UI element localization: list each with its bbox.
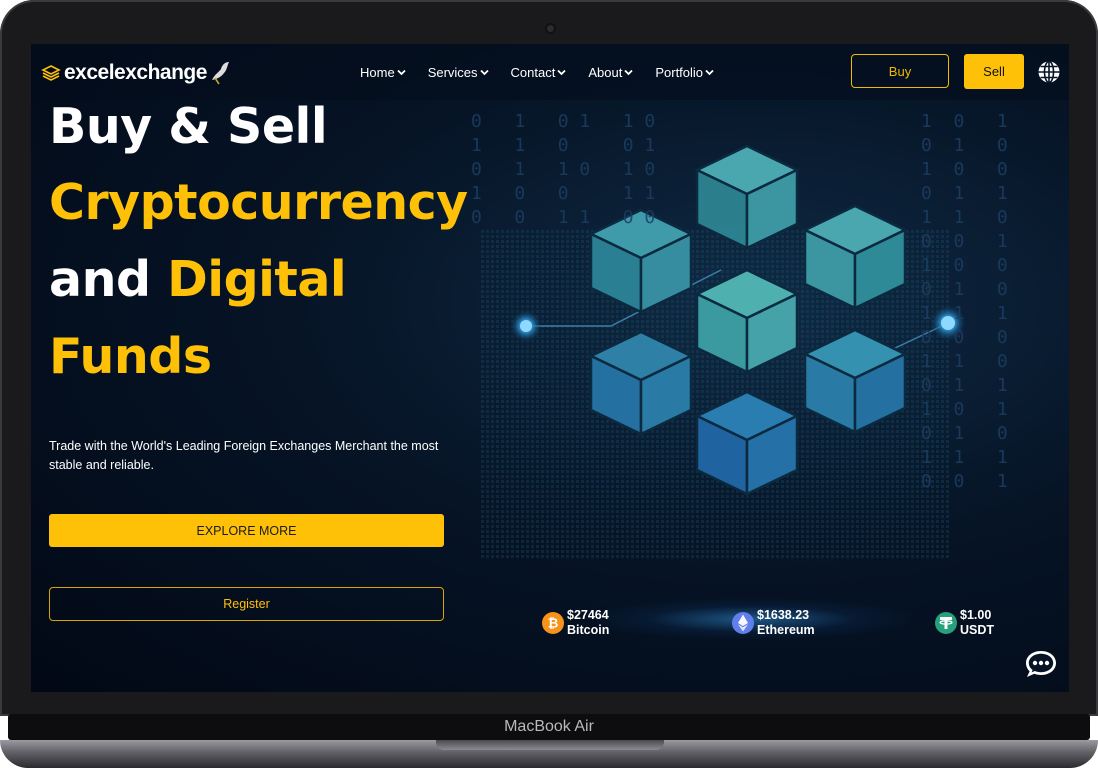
explore-more-button[interactable]: EXPLORE MORE [49, 514, 444, 547]
sell-button[interactable]: Sell [964, 54, 1024, 89]
bitcoin-price: $27464 [567, 608, 609, 622]
hero-subtitle: Trade with the World's Leading Foreign E… [49, 439, 439, 472]
binary-rain: 1 0 1 0 1 0 1 0 0 0 1 1 1 1 0 0 0 1 1 0 … [921, 111, 1008, 492]
svg-text:₿: ₿ [548, 617, 559, 632]
brand-logo[interactable]: excelexchange [41, 60, 231, 86]
laptop-bezel: 0 1 0 1 1 0 1 1 0 0 1 0 1 1 0 1 0 1 0 0 … [0, 0, 1098, 716]
hero-heading-line-2: Cryptocurrency [49, 174, 468, 231]
binary-rain: 0 1 0 1 1 0 1 1 0 0 1 0 1 1 0 1 0 1 0 0 … [471, 111, 656, 228]
usdt-name: USDT [960, 623, 995, 637]
hero-heading-line-4: Funds [49, 328, 212, 385]
nav-portfolio[interactable]: Portfolio [655, 65, 714, 80]
camera [547, 25, 554, 32]
hero-heading-and: and [49, 251, 151, 308]
ethereum-price: $1638.23 [757, 608, 810, 622]
browser-viewport: 0 1 0 1 1 0 1 1 0 0 1 0 1 1 0 1 0 1 0 0 … [31, 44, 1069, 692]
top-navbar: excelexchange Home Services Contact Abou… [31, 44, 1069, 100]
nav-services-label: Services [427, 65, 478, 80]
bitcoin-icon: ₿ [542, 612, 564, 634]
laptop-base: MacBook Air [0, 712, 1098, 768]
device-label: MacBook Air [504, 718, 594, 735]
nav-about-label: About [588, 65, 623, 80]
nav-portfolio-label: Portfolio [655, 65, 704, 80]
nav-services[interactable]: Services [428, 65, 489, 80]
brand-name: excelexchange [64, 61, 207, 84]
nav-contact[interactable]: Contact [511, 65, 567, 80]
buy-button[interactable]: Buy [851, 54, 949, 88]
register-button[interactable]: Register [49, 587, 444, 621]
ticker-bitcoin: ₿ $27464 Bitcoin [541, 608, 609, 638]
nav-home-label: Home [360, 65, 395, 80]
chevron-down-icon [705, 69, 714, 76]
laptop-notch [436, 740, 664, 750]
chevron-down-icon [624, 69, 633, 76]
dove-icon [211, 62, 229, 85]
ethereum-name: Ethereum [757, 623, 815, 637]
hero-heading-digital: Digital [167, 251, 347, 308]
main-menu: Home Services Contact About Portfolio [360, 65, 736, 80]
hero-heading-line-3: and Digital [49, 255, 347, 304]
nav-about[interactable]: About [588, 65, 633, 80]
nav-home[interactable]: Home [360, 65, 406, 80]
tether-icon [935, 612, 957, 634]
globe-icon[interactable] [1037, 60, 1061, 84]
ticker-usdt: $1.00 USDT [934, 608, 994, 638]
chevron-down-icon [479, 69, 489, 76]
bitcoin-name: Bitcoin [567, 623, 610, 637]
chat-bubble-icon[interactable] [1023, 648, 1059, 680]
chevron-down-icon [557, 69, 566, 76]
ethereum-icon [732, 612, 754, 634]
nav-contact-label: Contact [510, 65, 556, 80]
ticker-ethereum: $1638.23 Ethereum [731, 608, 815, 638]
usdt-price: $1.00 [960, 608, 992, 622]
hero-heading-line-1: Buy & Sell [49, 98, 328, 155]
chevron-down-icon [397, 69, 406, 76]
layers-icon [41, 65, 61, 81]
